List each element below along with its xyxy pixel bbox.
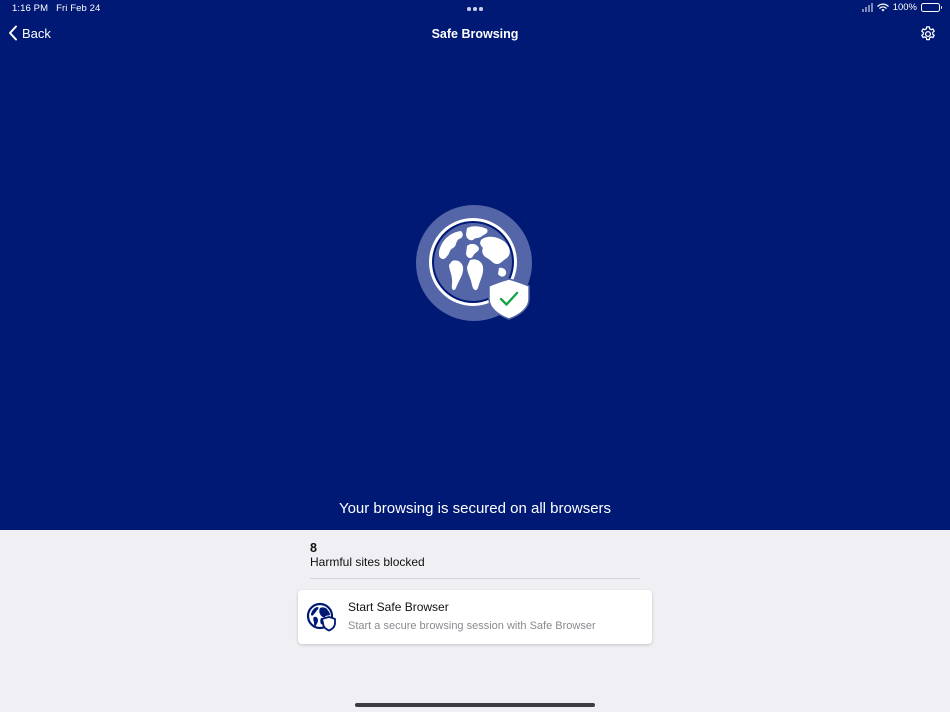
wifi-icon	[876, 3, 889, 12]
harmful-sites-count: 8	[310, 541, 317, 555]
status-bar-clock: 1:16 PM Fri Feb 24	[12, 3, 100, 14]
start-safe-browser-button[interactable]: Start Safe Browser Start a secure browsi…	[298, 590, 652, 644]
start-safe-browser-title: Start Safe Browser	[348, 600, 449, 614]
battery-icon	[921, 3, 942, 12]
globe-shield-check-icon	[416, 205, 532, 321]
protection-status-headline: Your browsing is secured on all browsers	[338, 500, 612, 517]
battery-percent: 100%	[892, 2, 917, 13]
multitasking-dots-icon[interactable]	[467, 7, 483, 11]
gear-icon[interactable]	[919, 25, 937, 43]
start-safe-browser-subtitle: Start a secure browsing session with Saf…	[348, 620, 596, 632]
cellular-signal-icon	[861, 3, 873, 12]
status-time: 1:16 PM	[12, 3, 49, 14]
safe-browsing-screen: 1:16 PMFri Feb 24 100% Back Safe Browsi	[0, 0, 950, 712]
status-bar-indicators: 100%	[861, 2, 942, 13]
globe-shield-icon	[306, 602, 336, 632]
status-date: Fri Feb 24	[56, 3, 101, 14]
page-title: Safe Browsing	[431, 27, 519, 41]
home-indicator[interactable]	[355, 703, 595, 707]
harmful-sites-label: Harmful sites blocked	[310, 555, 425, 569]
hero-panel: 1:16 PMFri Feb 24 100% Back Safe Browsi	[0, 0, 950, 530]
harmful-sites-stats: 8 Harmful sites blocked	[310, 541, 640, 579]
